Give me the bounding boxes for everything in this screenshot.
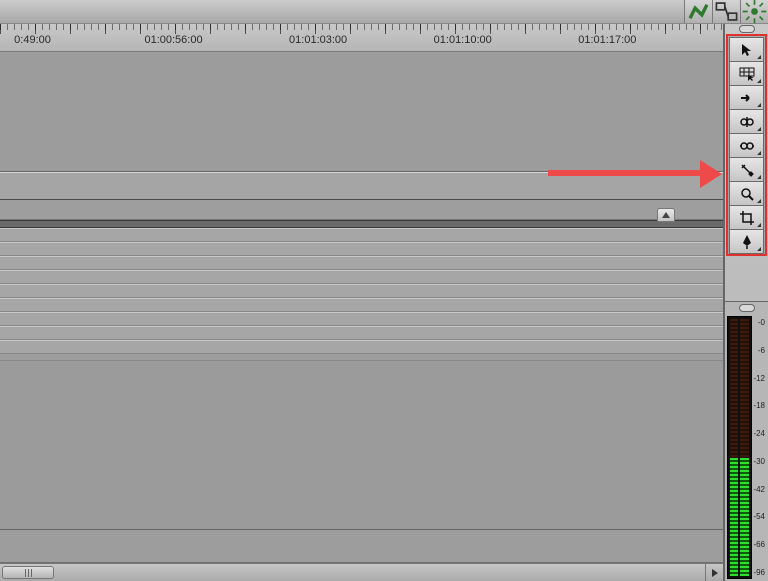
edit-selection-tool[interactable] — [729, 61, 764, 86]
magnifier-icon — [739, 186, 755, 202]
panel-grip-icon[interactable] — [725, 24, 768, 34]
slip-tool[interactable] — [729, 133, 764, 158]
scroll-thumb[interactable] — [2, 566, 54, 579]
audio-track[interactable] — [0, 284, 723, 298]
tool-panel — [726, 34, 767, 256]
side-panel: -0 -6 -12 -18 -24 -30 -42 -54 -66 -96 — [724, 24, 768, 581]
audio-track[interactable] — [0, 270, 723, 284]
razor-tool[interactable] — [729, 157, 764, 182]
meter-scale-label: -12 — [753, 374, 765, 383]
timeline-ruler[interactable]: 0:49:00 01:00:56:00 01:01:03:00 01:01:10… — [0, 24, 723, 52]
video-track[interactable] — [0, 172, 723, 200]
meter-scale-label: -0 — [753, 318, 765, 327]
scroll-right-button[interactable] — [705, 564, 723, 581]
meter-scale-label: -6 — [753, 346, 765, 355]
crop-tool[interactable] — [729, 205, 764, 230]
ruler-label: 01:01:10:00 — [434, 34, 492, 46]
grid-cursor-icon — [739, 66, 755, 82]
razor-icon — [739, 162, 755, 178]
track-divider[interactable] — [0, 220, 723, 228]
meter-scale-label: -30 — [753, 457, 765, 466]
horizontal-scrollbar[interactable] — [0, 563, 723, 581]
arrow-right-icon — [712, 569, 718, 577]
timeline-panel[interactable]: 0:49:00 01:00:56:00 01:01:03:00 01:01:10… — [0, 24, 724, 581]
meter-scale-label: -66 — [753, 540, 765, 549]
ruler-label: 01:00:56:00 — [144, 34, 202, 46]
zoom-tool[interactable] — [729, 181, 764, 206]
audio-track[interactable] — [0, 228, 723, 242]
audio-track[interactable] — [0, 312, 723, 326]
meter-scale: -0 -6 -12 -18 -24 -30 -42 -54 -66 -96 — [753, 316, 765, 579]
audio-track[interactable] — [0, 340, 723, 354]
titlebar-button-b[interactable] — [712, 0, 740, 23]
audio-track[interactable] — [0, 298, 723, 312]
arrow-right-icon — [739, 90, 755, 106]
titlebar-button-c[interactable] — [740, 0, 768, 23]
ripple-tool[interactable] — [729, 109, 764, 134]
ripple-icon — [739, 114, 755, 130]
meter-scale-label: -54 — [753, 512, 765, 521]
slip-icon — [739, 138, 755, 154]
meter-scale-label: -24 — [753, 429, 765, 438]
meter-scale-label: -18 — [753, 401, 765, 410]
crop-icon — [739, 210, 755, 226]
tracks-region[interactable] — [0, 52, 723, 563]
video-track[interactable] — [0, 52, 723, 172]
panel-grip-icon[interactable] — [725, 302, 768, 314]
track-handle-icon[interactable] — [657, 208, 675, 222]
audio-track[interactable] — [0, 326, 723, 340]
audio-meter-panel: -0 -6 -12 -18 -24 -30 -42 -54 -66 -96 — [725, 301, 768, 581]
video-track[interactable] — [0, 200, 723, 220]
audio-meter-bars — [727, 316, 752, 579]
audio-track[interactable] — [0, 256, 723, 270]
audio-track[interactable] — [0, 242, 723, 256]
select-track-fwd-tool[interactable] — [729, 85, 764, 110]
window-titlebar — [0, 0, 768, 24]
selection-tool[interactable] — [729, 37, 764, 62]
meter-bar-right — [740, 319, 748, 576]
pen-icon — [739, 234, 755, 250]
titlebar-button-a[interactable] — [684, 0, 712, 23]
cursor-icon — [739, 42, 755, 58]
audio-tracks-group — [0, 228, 723, 354]
meter-scale-label: -96 — [753, 568, 765, 577]
meter-scale-label: -42 — [753, 485, 765, 494]
audio-track-wide[interactable] — [0, 360, 723, 530]
pen-tool[interactable] — [729, 229, 764, 254]
ruler-label: 01:01:17:00 — [578, 34, 636, 46]
ruler-label: 01:01:03:00 — [289, 34, 347, 46]
ruler-label: 0:49:00 — [14, 34, 51, 46]
scroll-track[interactable] — [56, 564, 705, 581]
meter-bar-left — [730, 319, 738, 576]
